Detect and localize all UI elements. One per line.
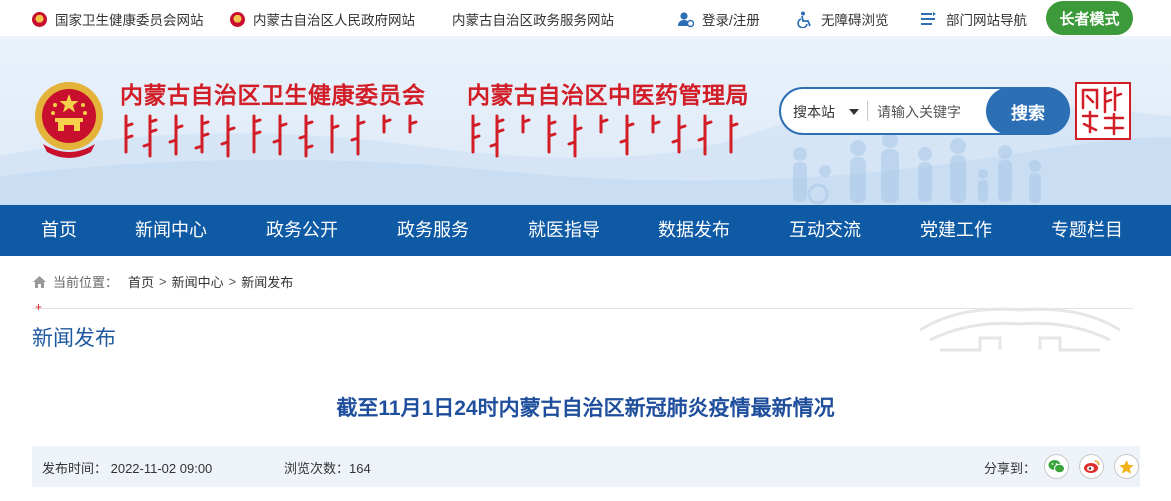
nav-item-news[interactable]: 新闻中心 — [135, 205, 207, 256]
elder-mode-button[interactable]: 长者模式 — [1046, 1, 1133, 35]
calligraphy-seal-logo — [1075, 82, 1131, 140]
article-meta-bar: 发布时间： 2022-11-02 09:00 浏览次数：164 分享到： — [32, 446, 1140, 487]
login-label: 登录/注册 — [702, 13, 760, 28]
link-nmg-gov[interactable]: 内蒙古自治区人民政府网站 — [230, 9, 415, 29]
breadcrumb-home[interactable]: 首页 — [128, 272, 154, 291]
link-nhc-label: 国家卫生健康委员会网站 — [55, 13, 204, 28]
search-box: 搜本站 搜索 — [779, 87, 1070, 135]
nav-item-special-topics[interactable]: 专题栏目 — [1051, 205, 1123, 256]
national-emblem-icon — [230, 11, 245, 27]
menu-list-icon — [920, 10, 938, 28]
section-title: 新闻发布 — [32, 327, 116, 350]
main-nav: 首页 新闻中心 政务公开 政务服务 就医指导 数据发布 互动交流 党建工作 专题… — [0, 205, 1171, 256]
publish-time: 发布时间： 2022-11-02 09:00 — [42, 461, 213, 476]
national-emblem-icon — [32, 11, 47, 27]
link-nhc[interactable]: 国家卫生健康委员会网站 — [32, 9, 204, 29]
link-nmg-service-label: 内蒙古自治区政务服务网站 — [452, 13, 614, 28]
nav-item-data-release[interactable]: 数据发布 — [658, 205, 730, 256]
wechat-icon[interactable] — [1044, 454, 1069, 479]
search-divider — [867, 101, 868, 121]
home-icon — [32, 275, 47, 289]
view-count: 浏览次数：164 — [284, 461, 371, 476]
dept-nav-link[interactable]: 部门网站导航 — [920, 9, 1027, 29]
favorite-star-icon[interactable] — [1114, 454, 1139, 479]
share-label: 分享到： — [984, 461, 1037, 476]
nav-item-gov-services[interactable]: 政务服务 — [397, 205, 469, 256]
breadcrumb-label: 当前位置： — [53, 275, 119, 290]
nav-item-medical-guide[interactable]: 就医指导 — [528, 205, 600, 256]
site-header: 内蒙古自治区卫生健康委员会 内蒙古自治区中医药管理局 搜本站 请输入关键字 搜索 — [0, 36, 1171, 205]
breadcrumb-news-release[interactable]: 新闻发布 — [241, 272, 293, 291]
mongolian-script-tcm-bureau — [471, 114, 739, 158]
dept-nav-label: 部门网站导航 — [946, 13, 1027, 28]
breadcrumb-separator: > — [159, 274, 167, 289]
org-title-tcm-bureau: 内蒙古自治区中医药管理局 — [467, 82, 749, 108]
user-icon — [676, 10, 694, 28]
search-scope-select[interactable]: 搜本站 — [793, 102, 859, 122]
org-title-health-commission: 内蒙古自治区卫生健康委员会 — [120, 82, 426, 108]
national-emblem-logo — [35, 82, 103, 158]
breadcrumb: 当前位置： 首页 > 新闻中心 > 新闻发布 — [32, 272, 293, 291]
search-scope-label: 搜本站 — [793, 104, 835, 120]
top-bar: 国家卫生健康委员会网站 内蒙古自治区人民政府网站 内蒙古自治区政务服务网站 登录… — [0, 0, 1171, 36]
search-button[interactable]: 搜索 — [986, 87, 1070, 135]
nav-item-interaction[interactable]: 互动交流 — [789, 205, 861, 256]
plus-mark-icon: + — [35, 300, 43, 314]
link-nmg-service[interactable]: 内蒙古自治区政务服务网站 — [452, 9, 614, 29]
nav-item-party-building[interactable]: 党建工作 — [920, 205, 992, 256]
caret-down-icon — [849, 109, 859, 115]
accessibility-link[interactable]: 无障碍浏览 — [795, 9, 889, 29]
breadcrumb-separator: > — [228, 274, 237, 289]
nav-item-gov-affairs[interactable]: 政务公开 — [266, 205, 338, 256]
breadcrumb-news-center[interactable]: 新闻中心 — [172, 272, 224, 291]
search-input[interactable] — [877, 100, 981, 124]
article-title: 截至11月1日24时内蒙古自治区新冠肺炎疫情最新情况 — [336, 397, 835, 420]
mongolian-script-health-commission — [124, 114, 418, 158]
decorative-pattern — [919, 307, 1121, 352]
accessibility-label: 无障碍浏览 — [821, 13, 889, 28]
link-nmg-gov-label: 内蒙古自治区人民政府网站 — [253, 13, 415, 28]
login-link[interactable]: 登录/注册 — [676, 9, 760, 29]
weibo-icon[interactable] — [1079, 454, 1104, 479]
accessibility-icon — [795, 10, 813, 28]
nav-item-home[interactable]: 首页 — [41, 205, 77, 256]
